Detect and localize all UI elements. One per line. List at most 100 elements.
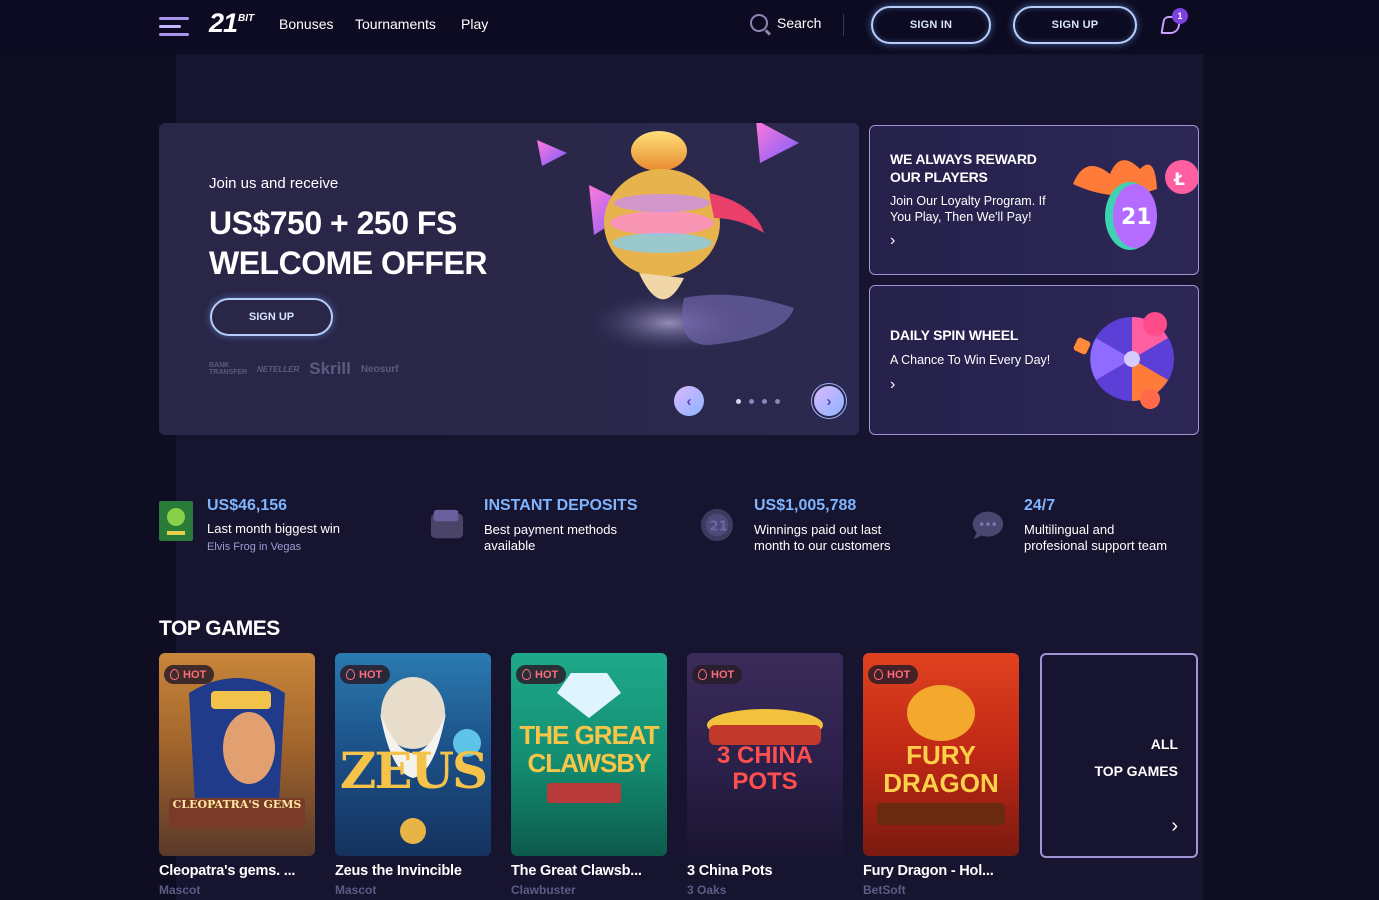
game-art-title: FURY DRAGON	[883, 740, 999, 798]
carousel-dot[interactable]	[736, 399, 741, 404]
game-card-cleopatra[interactable]: HOT CLEOPATRA'S GEMS Cleopatra's gems. .…	[159, 653, 315, 897]
game-thumbnail[interactable]: HOT FURY DRAGON	[863, 653, 1019, 856]
logo-suffix: BIT	[238, 13, 255, 24]
game-card-fury-dragon[interactable]: HOT FURY DRAGON Fury Dragon - Hol... Bet…	[863, 653, 1019, 897]
game-thumbnail[interactable]: HOT 3 CHINA POTS	[687, 653, 843, 856]
chevron-right-icon[interactable]: ›	[890, 232, 895, 250]
hot-badge-label: HOT	[711, 668, 735, 681]
game-provider: Clawbuster	[511, 883, 576, 897]
spin-wheel-title: DAILY SPIN WHEEL	[890, 327, 1019, 343]
fire-icon	[698, 669, 707, 680]
hot-badge-label: HOT	[887, 668, 911, 681]
chevron-right-icon[interactable]: ›	[890, 376, 895, 394]
hot-badge: HOT	[164, 665, 215, 684]
stat-description-line1: Multilingual and	[1024, 522, 1115, 537]
game-provider: BetSoft	[863, 883, 906, 897]
carousel-dot[interactable]	[775, 399, 780, 404]
biggest-win-game-link[interactable]: Elvis Frog in Vegas	[207, 541, 301, 553]
spin-wheel-illustration	[1073, 312, 1174, 409]
carousel-dots	[736, 399, 780, 404]
game-title[interactable]: 3 China Pots	[687, 863, 843, 879]
hot-badge-label: HOT	[535, 668, 559, 681]
stat-description-line1: Best payment methods	[484, 522, 617, 537]
search-icon	[750, 14, 768, 32]
all-top-games-card[interactable]: ALL TOP GAMES ›	[1040, 653, 1198, 858]
fire-icon	[346, 669, 355, 680]
hero-illustration	[537, 123, 799, 353]
nav-play[interactable]: Play	[461, 16, 488, 32]
header-divider	[843, 14, 844, 36]
hot-badge-label: HOT	[183, 668, 207, 681]
all-games-label-line1: ALL	[1150, 736, 1178, 752]
skrill-logo: Skrill	[309, 359, 351, 378]
neteller-logo: NETELLER	[257, 364, 300, 374]
loyalty-text-line2: You Play, Then We'll Pay!	[890, 210, 1032, 224]
hot-badge: HOT	[868, 665, 919, 684]
search-label: Search	[777, 15, 822, 31]
search-button[interactable]: Search	[750, 14, 821, 32]
hot-badge: HOT	[516, 665, 567, 684]
logo-number: 21	[209, 8, 238, 38]
stat-description: Best payment methods available	[484, 522, 617, 554]
game-title[interactable]: Cleopatra's gems. ...	[159, 863, 315, 879]
chat-bubble-icon	[972, 511, 1004, 540]
hero-title: US$750 + 250 FS WELCOME OFFER	[209, 203, 487, 283]
stat-value: US$46,156	[207, 497, 288, 514]
hot-badge-label: HOT	[359, 668, 383, 681]
game-title[interactable]: The Great Clawsb...	[511, 863, 667, 879]
nav-bonuses[interactable]: Bonuses	[279, 16, 333, 32]
stat-description-line1: Winnings paid out last	[754, 522, 882, 537]
loyalty-promo-card[interactable]: WE ALWAYS REWARD OUR PLAYERS Join Our Lo…	[869, 125, 1199, 275]
hero-subtitle: Join us and receive	[209, 175, 339, 192]
game-thumbnail[interactable]: HOT CLEOPATRA'S GEMS	[159, 653, 315, 856]
svg-text:21: 21	[709, 520, 727, 535]
loyalty-title-line1: WE ALWAYS REWARD	[890, 151, 1037, 167]
site-logo[interactable]: 21BIT	[209, 8, 254, 39]
game-title[interactable]: Zeus the Invincible	[335, 863, 491, 879]
game-card-clawsby[interactable]: HOT THE GREAT CLAWSBY The Great Clawsb..…	[511, 653, 667, 897]
stat-description: Multilingual and profesional support tea…	[1024, 522, 1167, 554]
stat-description: Last month biggest win	[207, 521, 340, 536]
spin-wheel-promo-card[interactable]: DAILY SPIN WHEEL A Chance To Win Every D…	[869, 285, 1199, 435]
hero-title-line1: US$750 + 250 FS	[209, 205, 457, 241]
spin-wheel-text: A Chance To Win Every Day!	[890, 353, 1051, 367]
game-card-zeus[interactable]: HOT ZEUS Zeus the Invincible Mascot	[335, 653, 491, 897]
wallet-icon	[430, 509, 464, 539]
menu-icon[interactable]	[159, 16, 189, 36]
carousel-prev-button[interactable]: ‹	[674, 386, 704, 416]
chevron-right-icon: ›	[1171, 815, 1178, 837]
hero-sign-up-button[interactable]: SIGN UP	[210, 298, 333, 336]
nav-tournaments[interactable]: Tournaments	[355, 16, 436, 32]
game-thumbnail[interactable]: HOT THE GREAT CLAWSBY	[511, 653, 667, 856]
svg-text:Ł: Ł	[1173, 170, 1185, 190]
stat-description: Winnings paid out last month to our cust…	[754, 522, 891, 554]
hot-badge: HOT	[340, 665, 391, 684]
carousel-dot[interactable]	[762, 399, 767, 404]
carousel-dot[interactable]	[749, 399, 754, 404]
neosurf-logo: Neosurf	[360, 363, 399, 375]
game-thumbnail[interactable]: HOT ZEUS	[335, 653, 491, 856]
notifications-button[interactable]: 1	[1160, 8, 1188, 36]
payment-logos: BANK TRANSFER NETELLER Skrill Neosurf	[209, 359, 399, 379]
game-art-title: ZEUS	[339, 741, 488, 800]
stat-description-line2: month to our customers	[754, 538, 891, 553]
stat-description-line2: available	[484, 538, 536, 553]
fire-icon	[874, 669, 883, 680]
game-provider: Mascot	[335, 883, 377, 897]
game-title[interactable]: Fury Dragon - Hol...	[863, 863, 1019, 879]
loyalty-text-line1: Join Our Loyalty Program. If	[890, 194, 1046, 208]
left-gutter	[0, 54, 176, 900]
carousel-next-button[interactable]: ›	[814, 386, 844, 416]
hero-banner: Join us and receive US$750 + 250 FS WELC…	[159, 123, 859, 435]
game-card-china-pots[interactable]: HOT 3 CHINA POTS 3 China Pots 3 Oaks	[687, 653, 843, 897]
stat-description-line2: profesional support team	[1024, 538, 1168, 553]
game-art-title: THE GREAT CLAWSBY	[519, 720, 659, 778]
all-games-label-line2: TOP GAMES	[1094, 763, 1178, 779]
sign-in-button[interactable]: SIGN IN	[871, 6, 991, 44]
sign-up-button[interactable]: SIGN UP	[1013, 6, 1137, 44]
right-gutter	[1203, 54, 1379, 900]
stat-value: INSTANT DEPOSITS	[484, 497, 638, 514]
notification-badge: 1	[1172, 8, 1188, 24]
game-art-title: CLEOPATRA'S GEMS	[172, 798, 302, 811]
hot-badge: HOT	[692, 665, 743, 684]
